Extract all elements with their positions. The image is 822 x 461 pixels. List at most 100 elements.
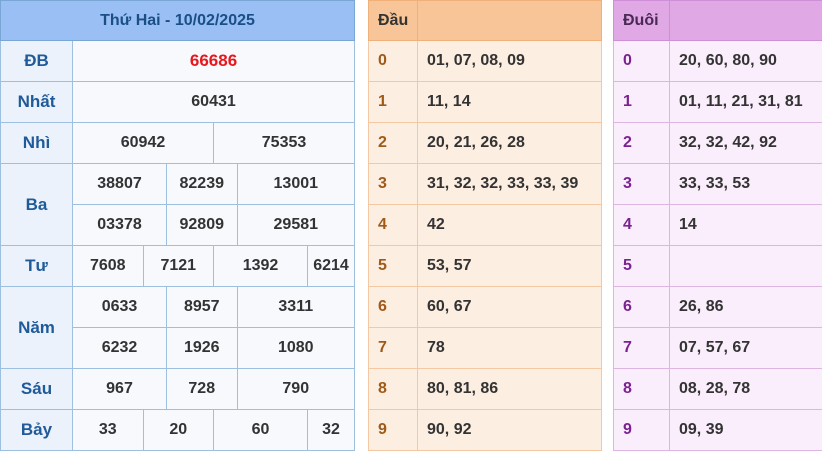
tail-row: 4 14 xyxy=(613,204,822,246)
head-values: 42 xyxy=(417,204,602,246)
seventh-prize-number: 32 xyxy=(306,409,356,451)
sixth-prize-number: 790 xyxy=(236,368,356,410)
prize-label-nhi: Nhì xyxy=(0,122,73,164)
head-row: 6 60, 67 xyxy=(368,286,602,328)
tail-values: 07, 57, 67 xyxy=(669,327,822,369)
head-row: 5 53, 57 xyxy=(368,245,602,287)
tail-values: 01, 11, 21, 31, 81 xyxy=(669,81,822,123)
tail-digit: 1 xyxy=(613,81,670,123)
head-digit: 6 xyxy=(368,286,418,328)
head-values: 01, 07, 08, 09 xyxy=(417,40,602,82)
seventh-prize-number: 20 xyxy=(142,409,214,451)
head-values: 31, 32, 32, 33, 33, 39 xyxy=(417,163,602,205)
tail-row: 5 xyxy=(613,245,822,287)
tail-digit: 2 xyxy=(613,122,670,164)
prize-row-db: ĐB 66686 xyxy=(0,40,356,82)
head-digit: 5 xyxy=(368,245,418,287)
tail-digit: 4 xyxy=(613,204,670,246)
third-prize-number: 82239 xyxy=(166,163,238,205)
tail-row: 2 32, 32, 42, 92 xyxy=(613,122,822,164)
tail-row: 0 20, 60, 80, 90 xyxy=(613,40,822,82)
head-row: 0 01, 07, 08, 09 xyxy=(368,40,602,82)
head-digit: 2 xyxy=(368,122,418,164)
fifth-prize-number: 6232 xyxy=(72,327,167,369)
fifth-prize-number: 1080 xyxy=(236,327,356,369)
tail-row: 1 01, 11, 21, 31, 81 xyxy=(613,81,822,123)
prize-row-bay: Bảy 33 20 60 32 xyxy=(0,409,356,451)
prize-row-nhat: Nhất 60431 xyxy=(0,81,356,123)
tail-values: 14 xyxy=(669,204,822,246)
third-prize-number: 38807 xyxy=(72,163,167,205)
fourth-prize-number: 7608 xyxy=(72,245,144,287)
fourth-prize-number: 6214 xyxy=(306,245,356,287)
tail-values: 32, 32, 42, 92 xyxy=(669,122,822,164)
tail-table: Đuôi 0 20, 60, 80, 90 1 01, 11, 21, 31, 81… xyxy=(613,0,822,451)
second-prize-number: 75353 xyxy=(212,122,356,164)
fifth-prize-number: 3311 xyxy=(236,286,356,328)
results-date-title: Thứ Hai - 10/02/2025 xyxy=(0,0,356,41)
head-values: 80, 81, 86 xyxy=(417,368,602,410)
head-values: 20, 21, 26, 28 xyxy=(417,122,602,164)
head-row: 8 80, 81, 86 xyxy=(368,368,602,410)
fifth-prize-number: 0633 xyxy=(72,286,167,328)
sixth-prize-number: 967 xyxy=(72,368,167,410)
head-values: 11, 14 xyxy=(417,81,602,123)
head-digit: 4 xyxy=(368,204,418,246)
head-title-blank xyxy=(417,0,602,41)
seventh-prize-number: 60 xyxy=(213,409,308,451)
head-row: 1 11, 14 xyxy=(368,81,602,123)
tail-digit: 6 xyxy=(613,286,670,328)
prize-row-ba: Ba 38807 82239 13001 xyxy=(0,163,356,246)
tail-title: Đuôi xyxy=(613,0,670,41)
tail-values: 08, 28, 78 xyxy=(669,368,822,410)
tail-values: 20, 60, 80, 90 xyxy=(669,40,822,82)
head-digit: 7 xyxy=(368,327,418,369)
head-row: 7 78 xyxy=(368,327,602,369)
head-table: Đầu 0 01, 07, 08, 09 1 11, 14 2 20, 21, 26,… xyxy=(368,0,602,451)
head-title: Đầu xyxy=(368,0,418,41)
tail-row: 9 09, 39 xyxy=(613,409,822,451)
head-values: 60, 67 xyxy=(417,286,602,328)
head-digit: 8 xyxy=(368,368,418,410)
sixth-prize-number: 728 xyxy=(166,368,238,410)
head-values: 78 xyxy=(417,327,602,369)
prize-row-sau: Sáu 967 728 790 xyxy=(0,368,356,410)
prize-label-tu: Tư xyxy=(0,245,73,287)
head-digit: 3 xyxy=(368,163,418,205)
first-prize-number: 60431 xyxy=(71,81,356,123)
head-digit: 0 xyxy=(368,40,418,82)
third-prize-number: 29581 xyxy=(236,204,356,246)
prize-row-nhi: Nhì 60942 75353 xyxy=(0,122,356,164)
tail-digit: 8 xyxy=(613,368,670,410)
head-row: 9 90, 92 xyxy=(368,409,602,451)
fifth-prize-number: 8957 xyxy=(166,286,238,328)
prize-label-ba: Ba xyxy=(0,163,73,246)
fifth-prize-number: 1926 xyxy=(166,327,238,369)
head-values: 53, 57 xyxy=(417,245,602,287)
head-row: 2 20, 21, 26, 28 xyxy=(368,122,602,164)
tail-row: 7 07, 57, 67 xyxy=(613,327,822,369)
tail-digit: 0 xyxy=(613,40,670,82)
results-table: Thứ Hai - 10/02/2025 ĐB 66686 Nhất 60431… xyxy=(0,0,356,451)
prize-label-nhat: Nhất xyxy=(0,81,73,123)
head-row: 4 42 xyxy=(368,204,602,246)
tail-digit: 7 xyxy=(613,327,670,369)
tail-row: 6 26, 86 xyxy=(613,286,822,328)
second-prize-number: 60942 xyxy=(72,122,214,164)
prize-row-nam: Năm 0633 8957 3311 xyxy=(0,286,356,369)
tail-values: 33, 33, 53 xyxy=(669,163,822,205)
prize-label-bay: Bảy xyxy=(0,409,73,451)
tail-digit: 9 xyxy=(613,409,670,451)
tail-digit: 5 xyxy=(613,245,670,287)
special-prize-number: 66686 xyxy=(71,40,356,82)
tail-title-blank xyxy=(669,0,822,41)
third-prize-number: 03378 xyxy=(72,204,167,246)
tail-values: 26, 86 xyxy=(669,286,822,328)
tail-digit: 3 xyxy=(613,163,670,205)
fourth-prize-number: 1392 xyxy=(213,245,308,287)
prize-label-nam: Năm xyxy=(0,286,73,369)
seventh-prize-number: 33 xyxy=(72,409,144,451)
tail-row: 8 08, 28, 78 xyxy=(613,368,822,410)
tail-values xyxy=(669,245,822,287)
head-digit: 1 xyxy=(368,81,418,123)
